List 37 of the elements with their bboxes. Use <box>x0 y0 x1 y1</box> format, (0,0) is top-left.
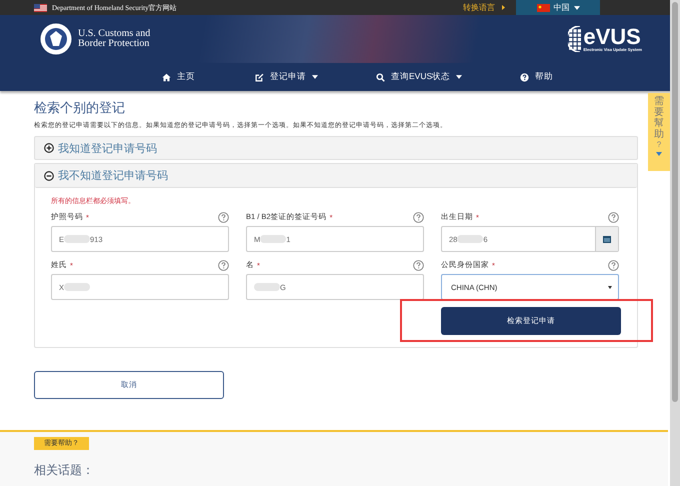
switch-language-link[interactable]: 转换语言 <box>463 2 495 13</box>
language-selector[interactable]: 中国 <box>516 0 600 15</box>
help-icon[interactable] <box>218 260 229 270</box>
caret-icon <box>502 5 505 10</box>
calendar-icon[interactable] <box>603 235 611 243</box>
nav-item[interactable]: 查询EVUS状态 <box>372 69 466 85</box>
redaction-blur <box>64 235 90 243</box>
redaction-blur <box>64 283 90 291</box>
nav-item[interactable]: 登记申请 <box>251 69 322 85</box>
home-icon <box>162 72 171 82</box>
help-icon[interactable] <box>413 212 424 222</box>
caret-icon <box>574 6 580 10</box>
page-title: 检索个别的登记 <box>34 99 126 117</box>
scrollbar[interactable] <box>670 0 680 486</box>
flag-icon <box>34 4 47 12</box>
related-topics-heading: 相关话题： <box>34 462 95 479</box>
nav-item[interactable]: 主页 <box>158 69 199 85</box>
redaction-blur <box>457 235 484 243</box>
search-icon <box>376 72 385 82</box>
help-icon[interactable] <box>413 260 424 270</box>
caret-icon <box>656 152 662 156</box>
accordion-header[interactable]: 我不知道登记申请号码 <box>35 164 637 188</box>
help-icon[interactable] <box>608 212 619 222</box>
globe-icon <box>568 26 582 52</box>
help-icon <box>520 72 530 82</box>
agency-logo-text: U.S. Customs and Border Protection <box>78 29 150 49</box>
redaction-blur <box>260 235 286 243</box>
redaction-blur <box>254 283 280 291</box>
edit-icon <box>255 72 264 82</box>
nav-item[interactable]: 帮助 <box>516 69 558 85</box>
help-icon[interactable] <box>218 212 229 222</box>
flag-icon <box>536 4 550 12</box>
help-icon[interactable] <box>608 260 619 270</box>
seal-icon <box>40 23 72 55</box>
brand-name: eVUS <box>583 26 641 46</box>
caret-icon <box>608 286 612 288</box>
accordion-header[interactable]: 我知道登记申请号码 <box>34 136 638 160</box>
